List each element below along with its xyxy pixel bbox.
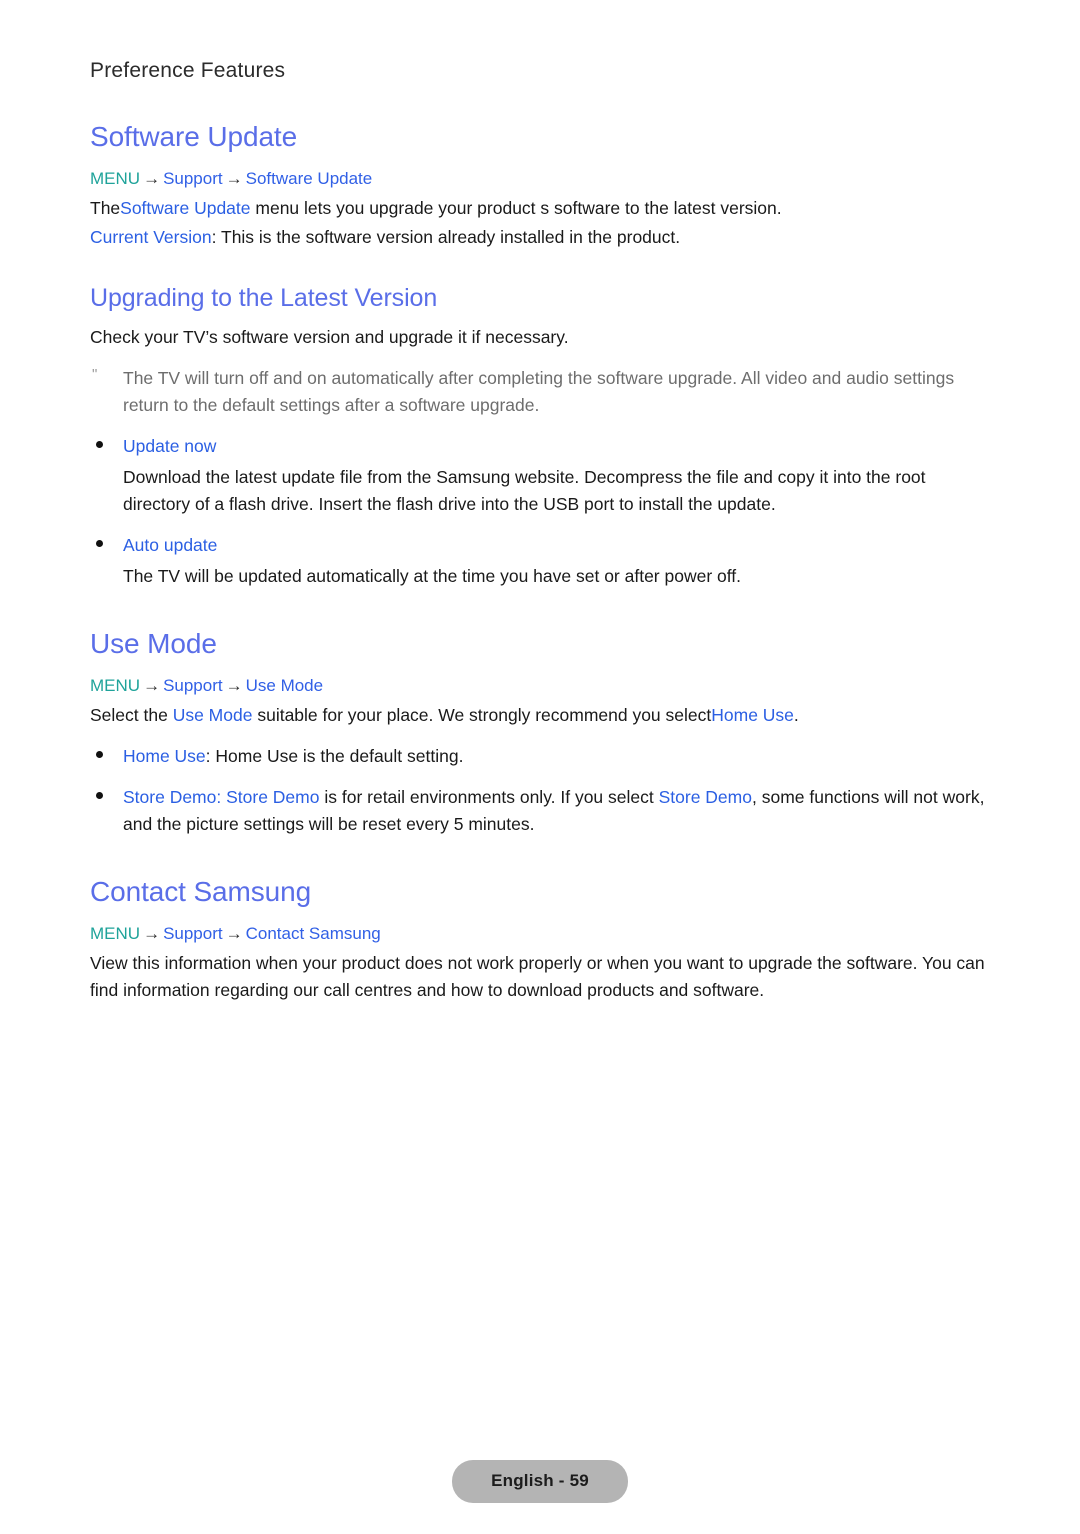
software-update-line-2: Current Version: This is the software ve… <box>90 224 990 251</box>
bullet-store-demo: Store Demo: Store Demo is for retail env… <box>90 784 990 838</box>
line1-prefix: The <box>90 197 121 218</box>
breadcrumb-arrow-icon: → <box>143 924 161 944</box>
bullet-dot-icon <box>96 791 103 799</box>
use-mode-intro-mid: suitable for your place. We strongly rec… <box>252 704 712 725</box>
page-content: Preference Features Software Update MENU… <box>90 0 990 1006</box>
bullet-store-demo-mid: is for retail environments only. If you … <box>319 786 659 807</box>
breadcrumb-support-token: Support <box>163 924 223 944</box>
bullet-label-home-use: Home Use <box>123 745 206 766</box>
breadcrumb-arrow-icon: → <box>143 676 161 696</box>
bullet-body-update-now: Download the latest update file from the… <box>123 466 926 514</box>
breadcrumb-arrow-icon: → <box>143 169 161 189</box>
software-update-line-1: TheSoftware Update menu lets you upgrade… <box>90 195 990 222</box>
breadcrumb-last-token: Contact Samsung <box>245 924 381 944</box>
breadcrumb-software-update: MENU → Support → Software Update <box>90 166 990 192</box>
section-title-upgrading: Upgrading to the Latest Version <box>90 283 438 312</box>
section-title-use-mode: Use Mode <box>90 628 217 660</box>
bullet-dot-icon <box>96 539 103 547</box>
contact-samsung-body: View this information when your product … <box>90 952 985 1000</box>
use-mode-intro-prefix: Select the <box>90 704 173 725</box>
breadcrumb-arrow-icon: → <box>225 676 243 696</box>
store-demo-link-2: Store Demo <box>226 786 320 807</box>
home-use-link: Home Use <box>711 704 794 725</box>
bullet-dot-icon <box>96 750 103 758</box>
bullet-text-home-use: : Home Use is the default setting. <box>205 745 464 766</box>
bullet-dot-icon <box>96 440 103 448</box>
current-version-link: Current Version <box>90 226 212 247</box>
page-number-badge: English - 59 <box>452 1460 628 1503</box>
breadcrumb-support-token: Support <box>163 676 223 696</box>
bullet-auto-update: Auto update <box>90 532 990 559</box>
breadcrumb-arrow-icon: → <box>225 169 243 189</box>
breadcrumb-last-token: Software Update <box>245 169 373 189</box>
section-title-contact-samsung: Contact Samsung <box>90 876 312 908</box>
breadcrumb-arrow-icon: → <box>225 924 243 944</box>
note-marker-icon: " <box>92 366 98 384</box>
line1-link: Software Update <box>120 197 251 218</box>
note-row-software-upgrade: " The TV will turn off and on automatical… <box>90 365 990 418</box>
bullet-body-auto-update: The TV will be updated automatically at … <box>123 566 742 586</box>
use-mode-intro: Select the Use Mode suitable for your pl… <box>90 702 990 729</box>
document-page: Preference Features Software Update MENU… <box>0 0 1080 1534</box>
bullet-label-store-demo: Store Demo <box>123 786 217 807</box>
breadcrumb-menu-token: MENU <box>90 924 141 944</box>
use-mode-link: Use Mode <box>172 704 253 725</box>
bullet-home-use: Home Use: Home Use is the default settin… <box>90 743 990 770</box>
breadcrumb-last-token: Use Mode <box>245 676 324 696</box>
breadcrumb-support-token: Support <box>163 169 223 189</box>
bullet-update-now: Update now <box>90 433 990 460</box>
section-title-software-update: Software Update <box>90 121 298 153</box>
breadcrumb-use-mode: MENU → Support → Use Mode <box>90 673 990 699</box>
running-header: Preference Features <box>90 59 286 82</box>
upgrading-intro: Check your TV’s software version and upg… <box>90 327 569 348</box>
breadcrumb-contact-samsung: MENU → Support → Contact Samsung <box>90 921 990 947</box>
store-demo-link-3: Store Demo <box>658 786 752 807</box>
line1-suffix: menu lets you upgrade your product s sof… <box>250 197 782 218</box>
bullet-label-update-now: Update now <box>123 435 217 456</box>
page-footer: English - 59 <box>0 1460 1080 1503</box>
bullet-store-demo-separator: : <box>216 786 227 807</box>
breadcrumb-menu-token: MENU <box>90 676 141 696</box>
bullet-label-auto-update: Auto update <box>123 534 218 555</box>
breadcrumb-menu-token: MENU <box>90 169 141 189</box>
note-text: The TV will turn off and on automaticall… <box>123 368 955 415</box>
use-mode-intro-suffix: . <box>793 704 799 725</box>
line2-suffix: : This is the software version already i… <box>211 226 681 247</box>
